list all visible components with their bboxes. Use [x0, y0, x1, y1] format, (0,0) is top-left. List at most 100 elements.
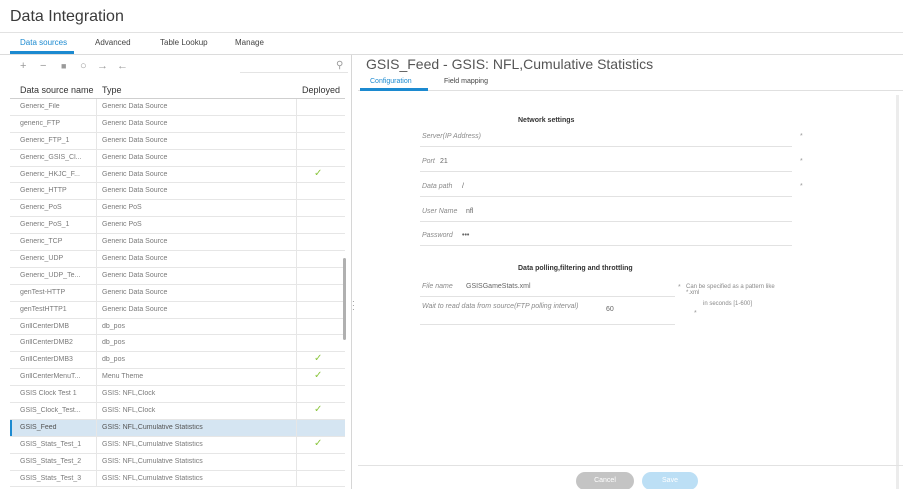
table-row[interactable]: Generic_FTP_1 Generic Data Source: [10, 132, 345, 150]
data-source-name: Generic_UDP: [20, 255, 64, 263]
column-divider: [96, 183, 97, 200]
polling-interval-hint: in seconds [1-600]: [703, 301, 753, 307]
column-divider: [96, 318, 97, 335]
tab-manage[interactable]: Manage: [235, 38, 264, 47]
toolbar: + − ■ ○ → ← ⚲: [0, 55, 352, 79]
table-row[interactable]: Generic_File Generic Data Source: [10, 99, 345, 116]
column-divider: [296, 318, 297, 335]
table-row[interactable]: GrillCenterDMB db_pos: [10, 318, 345, 336]
server-field[interactable]: Server(IP Address): [420, 129, 792, 147]
column-divider: [96, 200, 97, 217]
column-header-deployed[interactable]: Deployed: [302, 85, 340, 95]
polling-interval-field[interactable]: Wait to read data from source(FTP pollin…: [420, 297, 675, 325]
data-source-type: Generic Data Source: [102, 136, 168, 144]
column-header-name[interactable]: Data source name: [20, 85, 94, 95]
minus-icon[interactable]: −: [40, 60, 46, 72]
tab-configuration[interactable]: Configuration: [370, 78, 412, 85]
column-divider: [96, 403, 97, 419]
cancel-button[interactable]: Cancel: [576, 472, 634, 489]
user-name-value[interactable]: nfl: [466, 208, 473, 215]
password-field[interactable]: Password •••: [420, 228, 792, 246]
table-row[interactable]: genTestHTTP1 Generic Data Source: [10, 301, 345, 319]
save-button[interactable]: Save: [642, 472, 698, 489]
search-icon[interactable]: ⚲: [336, 60, 343, 71]
tab-table-lookup[interactable]: Table Lookup: [160, 38, 208, 47]
password-label: Password: [422, 232, 453, 239]
data-source-name: Generic_HTTP: [20, 187, 67, 195]
column-divider: [296, 115, 297, 132]
search-input[interactable]: [240, 72, 348, 73]
table-row[interactable]: Generic_HKJC_F... Generic Data Source ✓: [10, 166, 345, 184]
data-source-type: Generic Data Source: [102, 238, 168, 246]
table-row[interactable]: genTest-HTTP Generic Data Source: [10, 284, 345, 302]
data-source-name: Generic_GSIS_Cl...: [20, 153, 82, 161]
column-divider: [296, 99, 297, 115]
tab-data-sources[interactable]: Data sources: [20, 38, 67, 47]
column-divider: [96, 369, 97, 386]
selection-indicator: [10, 419, 12, 436]
table-row[interactable]: GrillCenterMenuT... Menu Theme ✓: [10, 369, 345, 387]
panel-splitter-handle[interactable]: · · ·: [352, 298, 355, 314]
data-source-name: Generic_PoS: [20, 204, 62, 212]
required-marker: *: [800, 158, 803, 165]
table-row[interactable]: Generic_HTTP Generic Data Source: [10, 183, 345, 201]
column-header-type[interactable]: Type: [102, 85, 122, 95]
user-name-field[interactable]: User Name nfl: [420, 204, 792, 222]
port-value[interactable]: 21: [440, 158, 448, 165]
table-row[interactable]: Generic_TCP Generic Data Source: [10, 234, 345, 252]
data-source-name: GSIS_Feed: [20, 423, 57, 431]
data-source-name: Generic_UDP_Te...: [20, 271, 81, 279]
table-row[interactable]: Generic_PoS_1 Generic PoS: [10, 217, 345, 235]
file-name-value[interactable]: GSISGameStats.xml: [466, 283, 531, 290]
table-row[interactable]: GrillCenterDMB2 db_pos: [10, 335, 345, 353]
table-row[interactable]: generic_FTP Generic Data Source: [10, 115, 345, 133]
data-source-type: Generic Data Source: [102, 103, 168, 110]
data-source-name: genTest-HTTP: [20, 288, 66, 296]
column-divider: [296, 267, 297, 284]
column-divider: [96, 166, 97, 183]
tab-field-mapping[interactable]: Field mapping: [444, 78, 488, 85]
detail-scrollbar[interactable]: [896, 95, 899, 489]
column-divider: [96, 251, 97, 267]
required-marker: *: [694, 310, 697, 317]
copy-icon[interactable]: ■: [61, 60, 66, 72]
table-row[interactable]: GSIS_Stats_Test_1 GSIS: NFL,Cumulative St…: [10, 436, 345, 454]
column-divider: [296, 200, 297, 217]
data-path-value[interactable]: /: [462, 183, 464, 190]
table-row[interactable]: Generic_GSIS_Cl... Generic Data Source: [10, 149, 345, 167]
table-row[interactable]: GrillCenterDMB3 db_pos ✓: [10, 352, 345, 370]
check-icon: ✓: [314, 353, 323, 365]
data-source-type: Generic Data Source: [102, 119, 168, 127]
polling-interval-value[interactable]: 60: [606, 306, 614, 313]
plus-icon[interactable]: +: [20, 60, 26, 72]
table-row[interactable]: Generic_UDP_Te... Generic Data Source: [10, 267, 345, 285]
check-icon: ✓: [314, 167, 323, 179]
table-row[interactable]: GSIS_Stats_Test_2 GSIS: NFL,Cumulative St…: [10, 453, 345, 471]
network-settings-heading: Network settings: [518, 117, 575, 124]
table-row[interactable]: GSIS Clock Test 1 GSIS: NFL,Clock: [10, 386, 345, 404]
data-source-name: GrillCenterMenuT...: [20, 373, 81, 381]
arrow-left-icon[interactable]: ←: [117, 60, 128, 72]
column-divider: [96, 352, 97, 369]
user-name-label: User Name: [422, 208, 458, 215]
file-name-label: File name: [422, 283, 453, 290]
refresh-icon[interactable]: ○: [80, 60, 87, 72]
data-source-name: GSIS Clock Test 1: [20, 390, 77, 398]
data-source-name: Generic_TCP: [20, 238, 63, 246]
file-name-field[interactable]: File name GSISGameStats.xml: [420, 279, 675, 297]
table-row[interactable]: Generic_PoS Generic PoS: [10, 200, 345, 218]
port-field[interactable]: Port 21: [420, 154, 792, 172]
column-divider: [296, 403, 297, 419]
column-divider: [296, 352, 297, 369]
table-row[interactable]: GSIS_Clock_Test... GSIS: NFL,Clock ✓: [10, 403, 345, 420]
column-divider: [96, 335, 97, 352]
table-row[interactable]: GSIS_Stats_Test_3 GSIS: NFL,Cumulative St…: [10, 470, 345, 488]
scrollbar[interactable]: [343, 258, 346, 340]
arrow-right-icon[interactable]: →: [97, 60, 108, 72]
tab-advanced[interactable]: Advanced: [95, 38, 131, 47]
table-row[interactable]: GSIS_Feed GSIS: NFL,Cumulative Statistics: [10, 419, 345, 437]
column-divider: [96, 301, 97, 318]
data-path-field[interactable]: Data path /: [420, 179, 792, 197]
password-value[interactable]: •••: [462, 232, 469, 239]
table-row[interactable]: Generic_UDP Generic Data Source: [10, 251, 345, 268]
